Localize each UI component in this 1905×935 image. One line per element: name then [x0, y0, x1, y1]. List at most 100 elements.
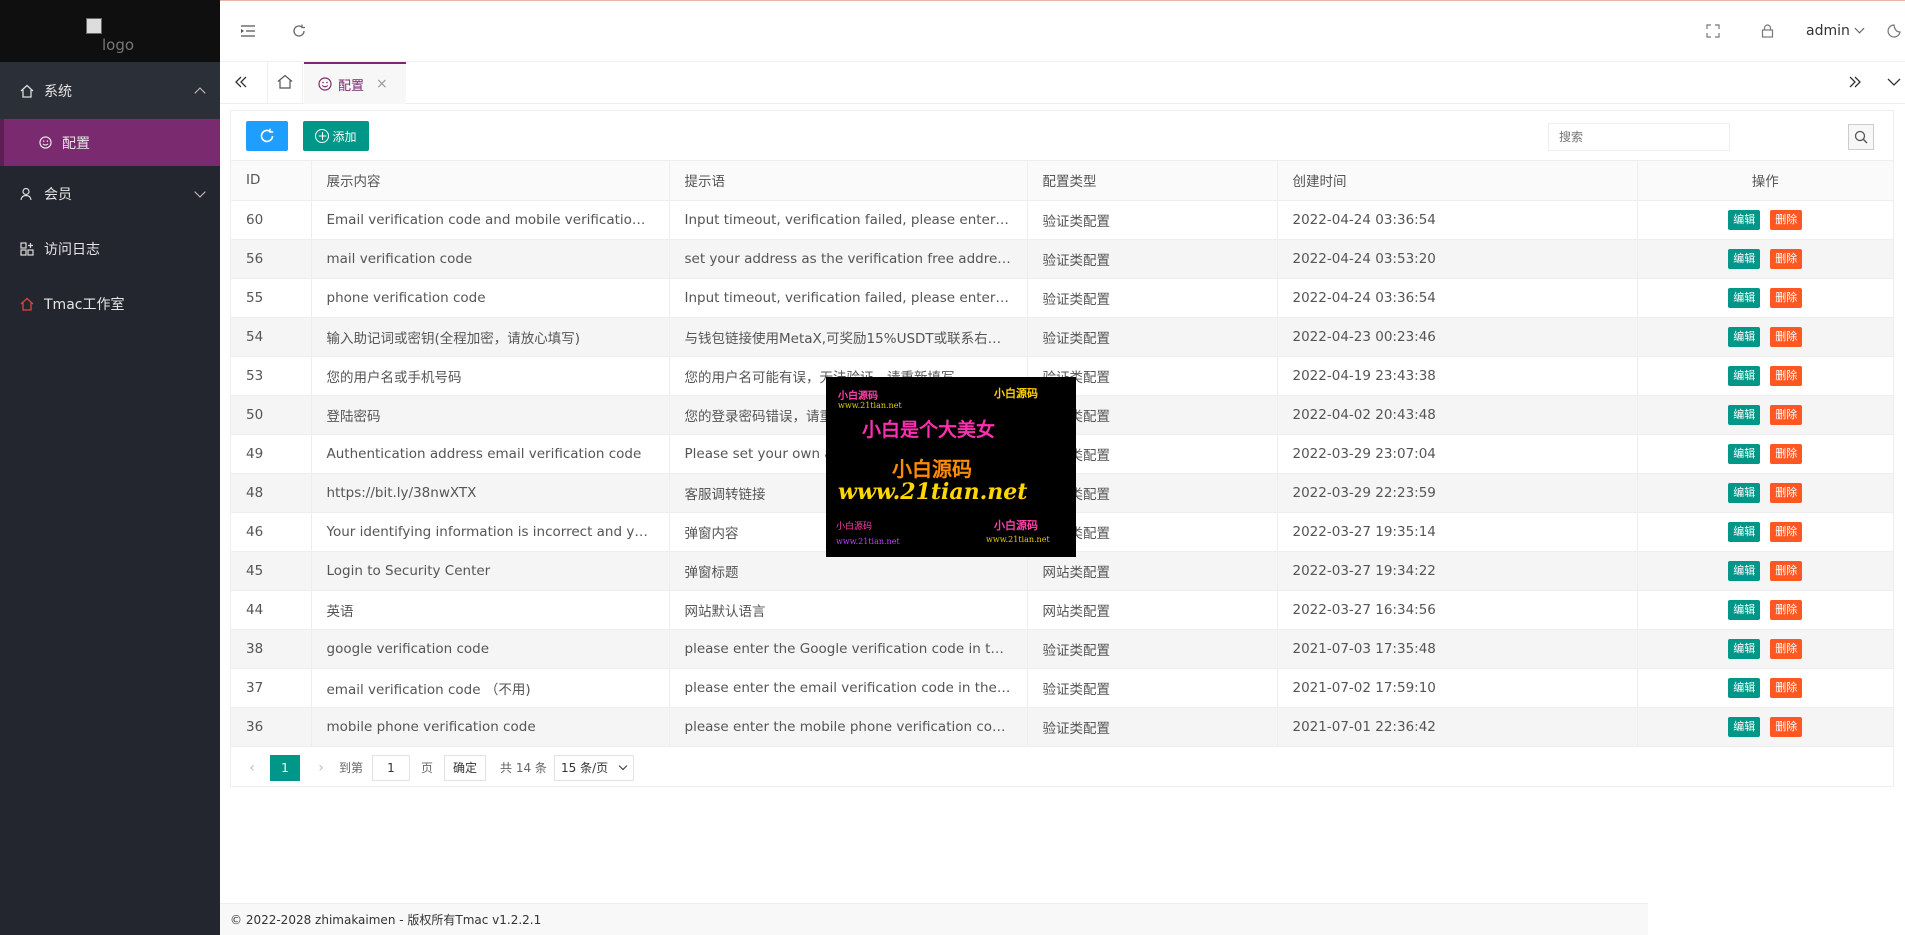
watermark-small-text: 小白源码 [838, 391, 878, 402]
home-icon [20, 84, 34, 98]
chevron-down-icon [618, 761, 628, 770]
menu-fold-icon[interactable] [238, 21, 258, 41]
delete-button[interactable]: 删除 [1770, 248, 1803, 269]
edit-button[interactable]: 编辑 [1728, 326, 1761, 347]
column-header-type[interactable]: 配置类型 [1027, 161, 1278, 201]
edit-button[interactable]: 编辑 [1728, 638, 1761, 659]
goto-page-input[interactable]: 1 [372, 754, 410, 781]
tabs-bar: 配置 × [220, 62, 1905, 104]
prev-page-button[interactable]: ‹ [246, 755, 258, 781]
total-count: 共 14 条 [500, 760, 547, 775]
sidebar-item-access-log[interactable]: 访问日志 [0, 221, 220, 276]
tab-config[interactable]: 配置 × [304, 62, 406, 104]
edit-button[interactable]: 编辑 [1728, 560, 1761, 581]
tabs-scroll-right-icon[interactable] [1845, 72, 1865, 92]
edit-button[interactable]: 编辑 [1728, 365, 1761, 386]
delete-button[interactable]: 删除 [1770, 365, 1803, 386]
search-icon [1854, 130, 1868, 144]
delete-button[interactable]: 删除 [1770, 209, 1803, 230]
cell-created: 2022-03-29 22:23:59 [1277, 473, 1638, 513]
delete-button[interactable]: 删除 [1770, 482, 1803, 503]
delete-button[interactable]: 删除 [1770, 716, 1803, 737]
delete-button[interactable]: 删除 [1770, 287, 1803, 308]
column-header-created[interactable]: 创建时间 [1277, 161, 1638, 201]
edit-button[interactable]: 编辑 [1728, 677, 1761, 698]
cell-actions: 编辑 删除 [1637, 356, 1893, 396]
delete-button[interactable]: 删除 [1770, 677, 1803, 698]
username: admin [1806, 23, 1850, 39]
tabs-scroll-left-icon[interactable] [231, 72, 251, 92]
table-row: 56 mail verification code set your address… [231, 239, 1893, 279]
sidebar-item-members[interactable]: 会员 [0, 166, 220, 221]
delete-button[interactable]: 删除 [1770, 638, 1803, 659]
refresh-icon[interactable] [289, 21, 309, 41]
edit-button[interactable]: 编辑 [1728, 404, 1761, 425]
edit-button[interactable]: 编辑 [1728, 209, 1761, 230]
cell-actions: 编辑 删除 [1637, 395, 1893, 435]
edit-button[interactable]: 编辑 [1728, 248, 1761, 269]
cell-hint: please enter the Google verification cod… [669, 629, 1028, 669]
edit-button[interactable]: 编辑 [1728, 716, 1761, 737]
logo-alt-text: logo [102, 36, 135, 54]
delete-button[interactable]: 删除 [1770, 599, 1803, 620]
edit-button[interactable]: 编辑 [1728, 287, 1761, 308]
grid-icon [20, 241, 34, 256]
cell-id: 50 [231, 395, 312, 435]
cell-created: 2022-03-27 19:34:22 [1277, 551, 1638, 591]
tabs-dropdown-icon[interactable] [1884, 72, 1904, 92]
goto-confirm-button[interactable]: 确定 [444, 754, 486, 781]
add-button[interactable]: + 添加 [303, 121, 369, 151]
table-row: 37 email verification code （不用) please ent… [231, 668, 1893, 708]
chevron-up-icon [194, 86, 206, 99]
cell-created: 2022-04-24 03:36:54 [1277, 278, 1638, 318]
close-icon[interactable]: × [376, 76, 388, 92]
search-button[interactable] [1848, 124, 1874, 150]
column-header-id[interactable]: ID [231, 161, 312, 201]
column-header-hint[interactable]: 提示语 [669, 161, 1028, 201]
column-header-actions: 操作 [1637, 161, 1893, 201]
edit-button[interactable]: 编辑 [1728, 482, 1761, 503]
cell-created: 2022-04-23 00:23:46 [1277, 317, 1638, 357]
page-size-value: 15 条/页 [561, 760, 609, 775]
column-header-content[interactable]: 展示内容 [311, 161, 670, 201]
lock-icon[interactable] [1757, 21, 1777, 41]
refresh-icon [259, 128, 275, 144]
watermark-small-url: www.21tian.net [838, 401, 902, 410]
edit-button[interactable]: 编辑 [1728, 599, 1761, 620]
refresh-button[interactable] [246, 121, 288, 151]
table-row: 55 phone verification code Input timeout, … [231, 278, 1893, 318]
sidebar-item-config[interactable]: 配置 [0, 119, 220, 166]
sidebar-item-system[interactable]: 系统 [0, 62, 220, 119]
tab-home[interactable] [267, 62, 303, 104]
next-page-button[interactable]: › [315, 755, 327, 781]
sidebar-item-label: 访问日志 [44, 241, 100, 258]
user-menu[interactable]: admin [1806, 23, 1865, 39]
search-input[interactable] [1548, 123, 1730, 151]
cell-type: 验证类配置 [1027, 239, 1278, 279]
cell-content: mail verification code [311, 239, 670, 279]
cell-id: 53 [231, 356, 312, 396]
delete-button[interactable]: 删除 [1770, 560, 1803, 581]
cell-actions: 编辑 删除 [1637, 434, 1893, 474]
theme-icon[interactable] [1884, 21, 1904, 41]
page-1-button[interactable]: 1 [270, 754, 300, 781]
delete-button[interactable]: 删除 [1770, 404, 1803, 425]
cell-hint: please enter the mobile phone verificati… [669, 707, 1028, 747]
page-size-select[interactable]: 15 条/页 [554, 754, 634, 781]
cell-created: 2022-03-27 19:35:14 [1277, 512, 1638, 552]
delete-button[interactable]: 删除 [1770, 443, 1803, 464]
cell-hint: set your address as the verification fre… [669, 239, 1028, 279]
cell-actions: 编辑 删除 [1637, 200, 1893, 240]
cell-created: 2021-07-02 17:59:10 [1277, 668, 1638, 708]
watermark-headline: 小白是个大美女 [862, 419, 996, 441]
edit-button[interactable]: 编辑 [1728, 521, 1761, 542]
delete-button[interactable]: 删除 [1770, 326, 1803, 347]
footer: © 2022-2028 zhimakaimen - 版权所有Tmac v1.2.… [220, 903, 1648, 935]
cell-id: 44 [231, 590, 312, 630]
fullscreen-icon[interactable] [1703, 21, 1723, 41]
sidebar-item-tmac-studio[interactable]: Tmac工作室 [0, 276, 220, 331]
delete-button[interactable]: 删除 [1770, 521, 1803, 542]
sidebar-item-label: 会员 [44, 186, 72, 203]
table-row: 38 google verification code please enter t… [231, 629, 1893, 669]
edit-button[interactable]: 编辑 [1728, 443, 1761, 464]
